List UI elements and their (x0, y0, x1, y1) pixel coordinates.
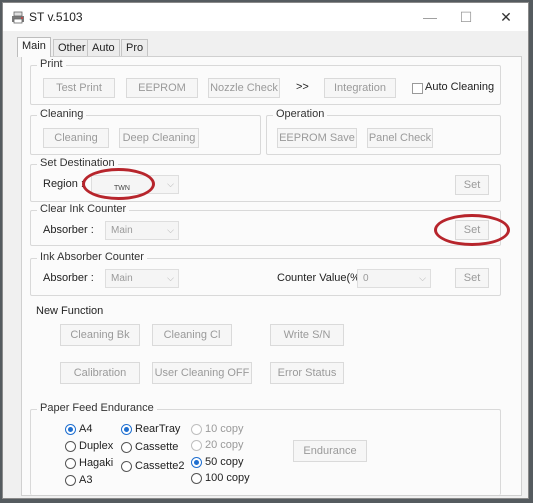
absorber-label-2: Absorber : (43, 272, 94, 284)
cleaning-group: Cleaning Cleaning Deep Cleaning (30, 108, 261, 155)
label-cassette2: Cassette2 (135, 460, 185, 472)
paper-feed-endurance-title: Paper Feed Endurance (37, 402, 157, 414)
radio-100-copy[interactable] (191, 473, 202, 484)
user-cleaning-off-button[interactable]: User Cleaning OFF (152, 362, 252, 384)
radio-a4[interactable] (65, 424, 76, 435)
radio-reartray[interactable] (121, 424, 132, 435)
highlight-ellipse-set (434, 214, 510, 246)
nozzle-check-button[interactable]: Nozzle Check (208, 78, 280, 98)
radio-20-copy[interactable] (191, 440, 202, 451)
counter-value: 0 (363, 273, 369, 284)
ink-absorber-set-button[interactable]: Set (455, 268, 489, 288)
counter-value-label: Counter Value(%) : (277, 272, 370, 284)
calibration-button[interactable]: Calibration (60, 362, 140, 384)
close-button[interactable]: ✕ (483, 3, 529, 31)
tab-main[interactable]: Main (17, 37, 51, 57)
absorber-dropdown[interactable]: Main ⌵ (105, 221, 179, 240)
auto-cleaning-checkbox[interactable] (412, 83, 423, 94)
label-cassette: Cassette (135, 441, 179, 453)
operation-group-title: Operation (273, 108, 328, 120)
label-20-copy: 20 copy (205, 439, 244, 451)
deep-cleaning-button[interactable]: Deep Cleaning (119, 128, 199, 148)
app-window: ST v.5103 — ☐ ✕ Main Other Auto Pro Prin… (2, 2, 529, 499)
more-arrows: >> (296, 81, 309, 93)
title-bar: ST v.5103 — ☐ ✕ (3, 3, 528, 31)
cleaning-group-title: Cleaning (37, 108, 87, 120)
set-destination-title: Set Destination (37, 157, 118, 169)
radio-duplex[interactable] (65, 441, 76, 452)
window-title: ST v.5103 (29, 10, 83, 24)
write-sn-button[interactable]: Write S/N (270, 324, 344, 346)
print-group-title: Print (37, 58, 66, 70)
operation-group: Operation EEPROM Save Panel Check (266, 108, 501, 155)
region-label: Region : (43, 178, 84, 190)
error-status-button[interactable]: Error Status (270, 362, 344, 384)
ink-absorber-counter-group: Ink Absorber Counter Absorber : Main ⌵ C… (30, 251, 501, 296)
radio-cassette[interactable] (121, 442, 132, 453)
print-group: Print Test Print EEPROM Nozzle Check >> … (30, 58, 501, 105)
cleaning-button[interactable]: Cleaning (43, 128, 109, 148)
absorber-value-2: Main (111, 273, 133, 284)
tab-pro[interactable]: Pro (121, 39, 149, 57)
label-a3: A3 (79, 474, 93, 486)
panel-check-button[interactable]: Panel Check (367, 128, 433, 148)
paper-feed-endurance-group: Paper Feed Endurance A4 Duplex Hagaki A3… (30, 402, 501, 495)
radio-50-copy[interactable] (191, 457, 202, 468)
chevron-down-icon: ⌵ (167, 273, 174, 283)
absorber-label: Absorber : (43, 224, 94, 236)
test-print-button[interactable]: Test Print (43, 78, 115, 98)
chevron-down-icon: ⌵ (167, 225, 174, 235)
counter-value-dropdown[interactable]: 0 ⌵ (357, 269, 431, 288)
clear-ink-counter-group: Clear Ink Counter Absorber : Main ⌵ Set (30, 203, 501, 246)
absorber-dropdown-2[interactable]: Main ⌵ (105, 269, 179, 288)
chevron-down-icon: ⌵ (419, 273, 426, 283)
radio-a3[interactable] (65, 475, 76, 486)
label-50-copy: 50 copy (205, 456, 244, 468)
main-tab-panel: Print Test Print EEPROM Nozzle Check >> … (21, 56, 522, 496)
ink-absorber-counter-title: Ink Absorber Counter (37, 251, 147, 263)
new-function-title: New Function (36, 305, 104, 317)
cleaning-bk-button[interactable]: Cleaning Bk (60, 324, 140, 346)
label-duplex: Duplex (79, 440, 114, 452)
app-icon (12, 11, 24, 24)
label-a4: A4 (79, 423, 93, 435)
label-hagaki: Hagaki (79, 457, 114, 469)
tab-auto[interactable]: Auto (87, 39, 120, 57)
clear-ink-counter-title: Clear Ink Counter (37, 203, 130, 215)
radio-cassette2[interactable] (121, 461, 132, 472)
eeprom-save-button[interactable]: EEPROM Save (277, 128, 357, 148)
set-destination-button[interactable]: Set (455, 175, 489, 195)
auto-cleaning-label: Auto Cleaning (425, 81, 495, 93)
integration-button[interactable]: Integration (324, 78, 396, 98)
highlight-ellipse-region (82, 168, 155, 200)
label-10-copy: 10 copy (205, 423, 244, 435)
radio-hagaki[interactable] (65, 458, 76, 469)
label-100-copy: 100 copy (205, 472, 250, 484)
label-reartray: RearTray (135, 423, 181, 435)
radio-10-copy[interactable] (191, 424, 202, 435)
cleaning-cl-button[interactable]: Cleaning Cl (152, 324, 232, 346)
endurance-button[interactable]: Endurance (293, 440, 367, 462)
eeprom-button[interactable]: EEPROM (126, 78, 198, 98)
absorber-value: Main (111, 225, 133, 236)
chevron-down-icon: ⌵ (167, 179, 174, 189)
tab-other[interactable]: Other (53, 39, 91, 57)
